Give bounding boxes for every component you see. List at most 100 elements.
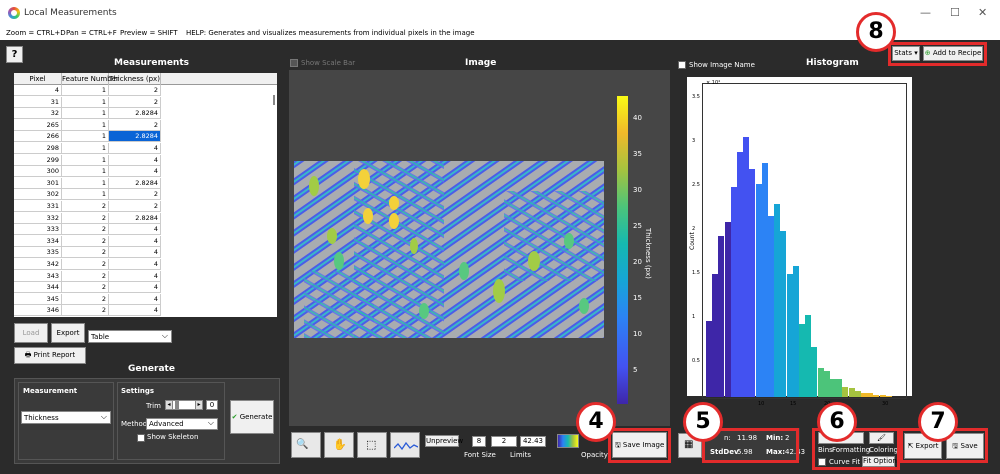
cell-pixel[interactable]: 299 (14, 154, 62, 166)
cell-thickness[interactable]: 2 (109, 189, 161, 201)
close-button[interactable]: ✕ (978, 6, 987, 19)
cell-pixel[interactable]: 332 (14, 212, 62, 224)
cell-thickness[interactable]: 4 (109, 235, 161, 247)
show-image-name-checkbox[interactable] (678, 61, 686, 69)
slider-right-arrow[interactable]: ▸ (195, 401, 202, 409)
cell-pixel[interactable]: 335 (14, 247, 62, 259)
measurement-select[interactable]: Thickness (21, 411, 111, 424)
method-select[interactable]: Advanced (146, 418, 218, 430)
help-button[interactable]: ? (6, 46, 23, 63)
show-scale-bar-checkbox[interactable] (290, 59, 298, 67)
limit-max-input[interactable]: 42.43 (520, 436, 546, 447)
measurements-table[interactable]: Pixel Feature Number Thickness (px) 4123… (14, 73, 277, 317)
font-size-input[interactable]: 8 (472, 436, 486, 447)
cell-feature-number[interactable]: 1 (62, 119, 109, 131)
cell-pixel[interactable]: 345 (14, 293, 62, 305)
histogram-ytick: 2.5 (692, 182, 700, 188)
table-scroll-handle[interactable] (273, 95, 275, 105)
cell-feature-number[interactable]: 1 (62, 166, 109, 178)
cell-pixel[interactable]: 302 (14, 189, 62, 201)
zoom-tool[interactable]: 🔍 (291, 432, 321, 458)
cell-thickness[interactable]: 4 (109, 270, 161, 282)
cell-thickness[interactable]: 4 (109, 166, 161, 178)
generate-label: Generate (239, 413, 273, 421)
cell-thickness[interactable]: 4 (109, 305, 161, 317)
line-profile-icon (394, 441, 418, 451)
cell-feature-number[interactable]: 2 (62, 224, 109, 236)
cell-feature-number[interactable]: 1 (62, 177, 109, 189)
cell-feature-number[interactable]: 1 (62, 108, 109, 120)
cell-thickness[interactable]: 2.8284 (109, 108, 161, 120)
load-button[interactable]: Load (14, 323, 48, 343)
cell-pixel[interactable]: 32 (14, 108, 62, 120)
trim-value-input[interactable]: 0 (206, 400, 218, 410)
cell-thickness[interactable]: 2 (109, 119, 161, 131)
generate-button[interactable]: ✔ Generate (230, 400, 274, 434)
cell-feature-number[interactable]: 1 (62, 85, 109, 96)
cell-pixel[interactable]: 344 (14, 282, 62, 294)
print-report-button[interactable]: 🖶 Print Report (14, 347, 86, 364)
cell-thickness[interactable]: 4 (109, 154, 161, 166)
profile-tool[interactable] (390, 432, 420, 458)
cell-thickness[interactable]: 4 (109, 247, 161, 259)
cell-pixel[interactable]: 31 (14, 96, 62, 108)
cell-feature-number[interactable]: 1 (62, 143, 109, 154)
maximize-button[interactable]: ☐ (950, 6, 960, 19)
column-header-thickness[interactable]: Thickness (px) (109, 73, 161, 85)
cell-feature-number[interactable]: 2 (62, 270, 109, 282)
cell-thickness[interactable]: 4 (109, 224, 161, 236)
cell-pixel[interactable]: 331 (14, 201, 62, 212)
cell-thickness[interactable]: 4 (109, 259, 161, 270)
cell-thickness[interactable]: 2 (109, 96, 161, 108)
cell-thickness[interactable]: 2.8284 (109, 212, 161, 224)
limit-min-input[interactable]: 2 (491, 436, 517, 447)
cell-pixel[interactable]: 298 (14, 143, 62, 154)
cell-feature-number[interactable]: 2 (62, 282, 109, 294)
cell-pixel[interactable]: 266 (14, 131, 62, 143)
cell-pixel[interactable]: 343 (14, 270, 62, 282)
cell-thickness[interactable]: 2.8284 (109, 131, 161, 143)
cell-thickness[interactable]: 2.8284 (109, 177, 161, 189)
cell-thickness[interactable]: 2 (109, 85, 161, 96)
cell-feature-number[interactable]: 2 (62, 235, 109, 247)
table-select[interactable]: Table (88, 330, 172, 343)
cell-feature-number[interactable]: 1 (62, 189, 109, 201)
slider-thumb[interactable] (175, 401, 179, 409)
minimize-button[interactable]: — (920, 6, 931, 19)
histogram-ytick: 3.5 (692, 94, 700, 100)
cell-feature-number[interactable]: 2 (62, 305, 109, 317)
column-header-pixel[interactable]: Pixel (14, 73, 62, 85)
cell-pixel[interactable]: 333 (14, 224, 62, 236)
cell-thickness[interactable]: 4 (109, 293, 161, 305)
cell-feature-number[interactable]: 1 (62, 131, 109, 143)
cell-feature-number[interactable]: 2 (62, 212, 109, 224)
slider-left-arrow[interactable]: ◂ (166, 401, 173, 409)
cell-pixel[interactable]: 342 (14, 259, 62, 270)
cell-feature-number[interactable]: 1 (62, 154, 109, 166)
select-tool[interactable]: ⬚ (357, 432, 387, 458)
cell-thickness[interactable]: 2 (109, 201, 161, 212)
cell-feature-number[interactable]: 2 (62, 201, 109, 212)
cell-thickness[interactable]: 4 (109, 143, 161, 154)
cell-feature-number[interactable]: 1 (62, 96, 109, 108)
cell-feature-number[interactable]: 2 (62, 247, 109, 259)
cell-pixel[interactable]: 301 (14, 177, 62, 189)
callout-5: 5 (683, 402, 723, 442)
trim-slider[interactable]: ◂ ▸ (165, 400, 203, 410)
colormap-button[interactable] (557, 434, 579, 448)
cell-pixel[interactable]: 4 (14, 85, 62, 96)
thickness-map-image[interactable] (294, 161, 604, 338)
unpreview-button[interactable]: Unpreview (425, 435, 463, 447)
trim-label: Trim (146, 402, 161, 410)
cell-pixel[interactable]: 334 (14, 235, 62, 247)
cell-pixel[interactable]: 265 (14, 119, 62, 131)
cell-feature-number[interactable]: 2 (62, 293, 109, 305)
cell-pixel[interactable]: 300 (14, 166, 62, 178)
export-table-button[interactable]: Export (51, 323, 85, 343)
column-header-feature[interactable]: Feature Number (62, 73, 119, 85)
pan-tool[interactable]: ✋ (324, 432, 354, 458)
cell-feature-number[interactable]: 2 (62, 259, 109, 270)
cell-thickness[interactable]: 4 (109, 282, 161, 294)
show-skeleton-checkbox[interactable] (137, 434, 145, 442)
cell-pixel[interactable]: 346 (14, 305, 62, 317)
